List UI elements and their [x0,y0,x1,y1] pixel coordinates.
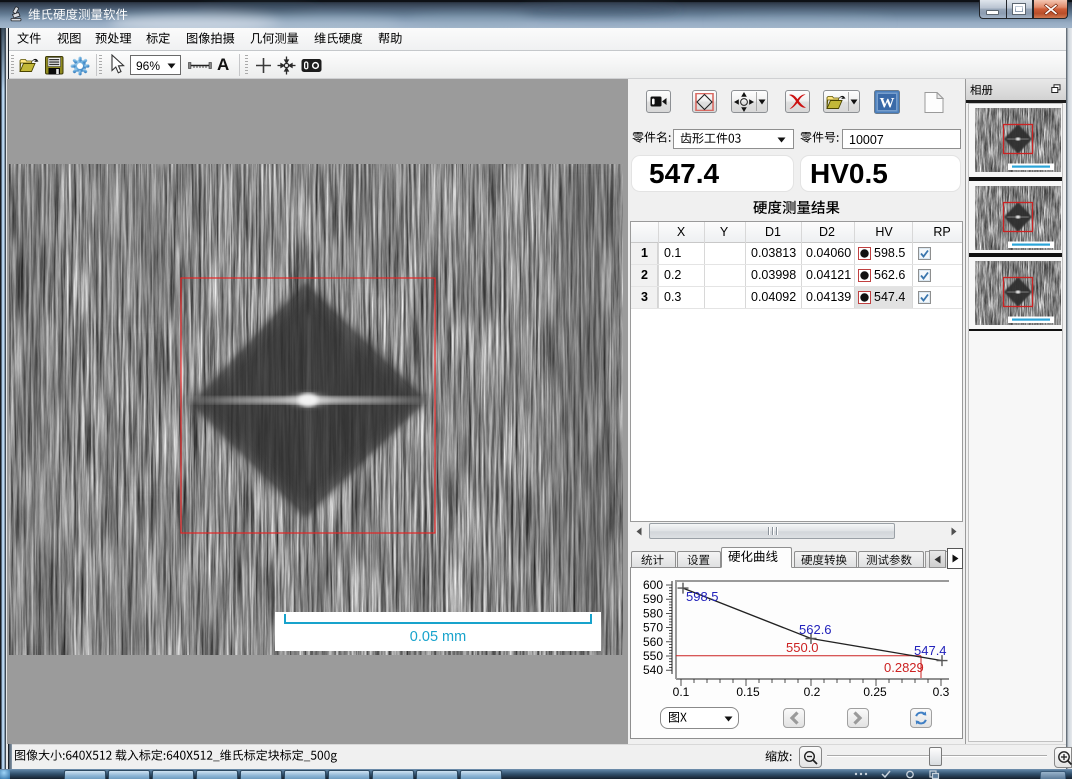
svg-text:560: 560 [643,635,663,649]
svg-text:0.3: 0.3 [933,685,950,699]
svg-text:0.25: 0.25 [863,685,887,699]
svg-text:600: 600 [643,578,663,592]
svg-text:590: 590 [643,592,663,606]
svg-text:0.1: 0.1 [673,685,690,699]
svg-text:0.2829: 0.2829 [884,660,924,675]
svg-text:580: 580 [643,606,663,620]
svg-text:0.2: 0.2 [804,685,821,699]
svg-text:0.15: 0.15 [736,685,760,699]
svg-text:550: 550 [643,649,663,663]
svg-text:W: W [880,96,895,112]
svg-text:570: 570 [643,621,663,635]
svg-text:540: 540 [643,663,663,677]
svg-text:547.4: 547.4 [914,643,947,658]
svg-text:598.5: 598.5 [686,589,719,604]
svg-text:562.6: 562.6 [799,622,832,637]
svg-text:550.0: 550.0 [786,640,819,655]
